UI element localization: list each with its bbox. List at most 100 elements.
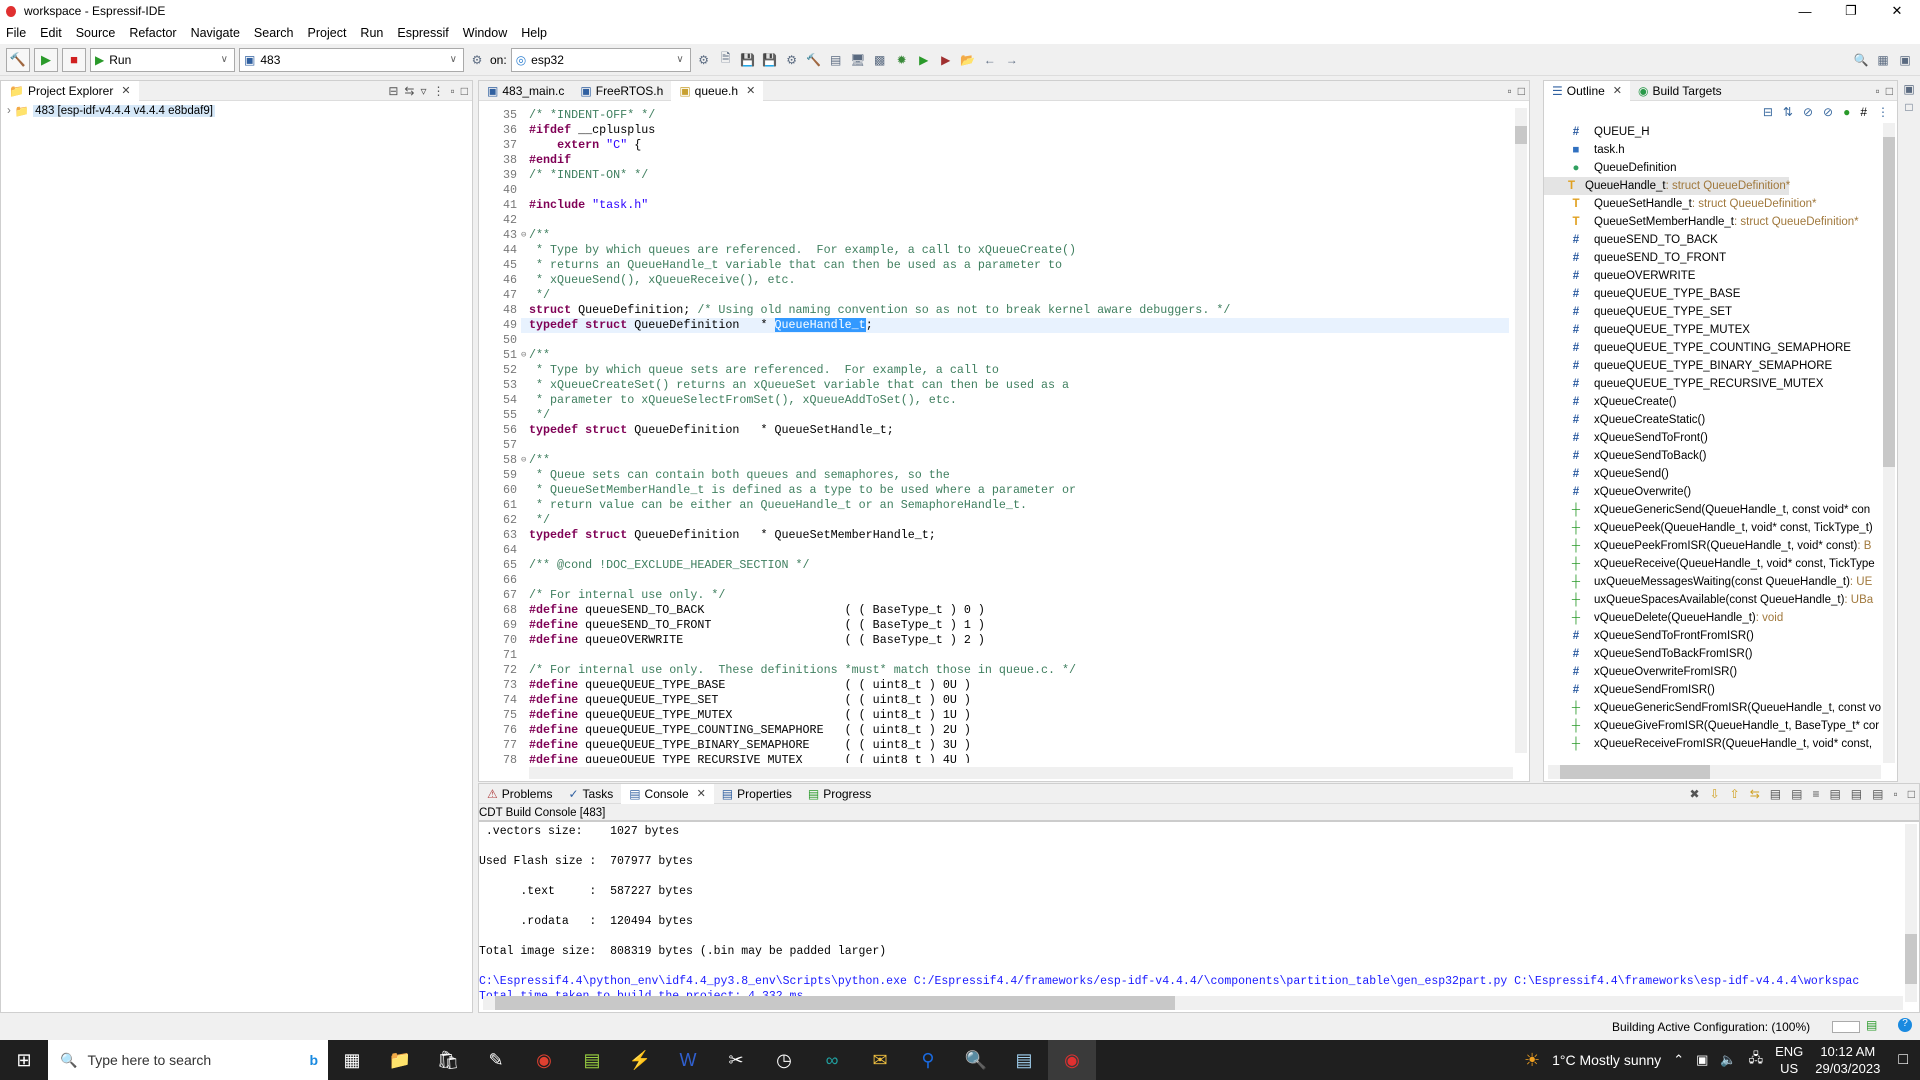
launch-config-select[interactable]: ▣ 483 ∨ [239, 47, 464, 72]
outline-item[interactable]: # QUEUE_H [1544, 123, 1884, 141]
search-icon[interactable]: 🔍 [1852, 51, 1870, 69]
menu-window[interactable]: Window [463, 26, 507, 40]
code-line[interactable]: 45 * returns an QueueHandle_t variable t… [479, 258, 1509, 273]
code-line[interactable]: 73 #define queueQUEUE_TYPE_BASE ( ( uint8… [479, 678, 1509, 693]
close-button[interactable]: ✕ [1874, 0, 1920, 22]
outline-item[interactable]: ■ task.h [1544, 141, 1884, 159]
maximize-icon[interactable]: □ [1886, 84, 1893, 98]
progress-bar[interactable] [1832, 1021, 1860, 1033]
app-icon[interactable]: ✎ [472, 1040, 520, 1080]
outline-item[interactable]: # queueSEND_TO_BACK [1544, 231, 1884, 249]
code-line[interactable]: 54 * parameter to xQueueSelectFromSet(),… [479, 393, 1509, 408]
meet-icon[interactable]: ▣ [1696, 1052, 1708, 1068]
code-line[interactable]: 77 #define queueQUEUE_TYPE_BINARY_SEMAPHO… [479, 738, 1509, 753]
view-menu-icon[interactable]: ⋮ [1877, 105, 1889, 119]
outline-item[interactable]: # queueQUEUE_TYPE_BINARY_SEMAPHORE [1544, 357, 1884, 375]
new-icon[interactable]: 🗎 [717, 51, 735, 69]
menu-file[interactable]: File [6, 26, 26, 40]
hide-nonpublic-icon[interactable]: ● [1843, 105, 1850, 119]
launch-target-select[interactable]: ◎ esp32 ∨ [510, 47, 691, 72]
previous-icon[interactable]: ⇧ [1730, 787, 1740, 801]
binary-icon[interactable]: ▤ [827, 51, 845, 69]
maximize-icon[interactable]: □ [1518, 84, 1525, 98]
code-line[interactable]: 66 [479, 573, 1509, 588]
code-line[interactable]: 62 */ [479, 513, 1509, 528]
tab-483-main-c[interactable]: ▣ 483_main.c [479, 81, 572, 101]
display-console-icon[interactable]: ▤ [1851, 787, 1862, 801]
close-icon[interactable]: ✕ [1613, 84, 1622, 97]
terminal-icon[interactable]: ▩ [871, 51, 889, 69]
outline-item[interactable]: # queueQUEUE_TYPE_RECURSIVE_MUTEX [1544, 375, 1884, 393]
link-editor-icon[interactable]: ⇆ [404, 84, 414, 98]
progress-view-icon[interactable]: ▤ [1866, 1018, 1877, 1032]
outline-item[interactable]: # queueQUEUE_TYPE_BASE [1544, 285, 1884, 303]
close-icon[interactable]: ✕ [697, 787, 706, 800]
code-line[interactable]: 35 /* *INDENT-OFF* */ [479, 108, 1509, 123]
outline-item[interactable]: # xQueueOverwriteFromISR() [1544, 663, 1884, 681]
menu-run[interactable]: Run [360, 26, 383, 40]
code-line[interactable]: 70 #define queueOVERWRITE ( ( BaseType_t … [479, 633, 1509, 648]
notepad-app[interactable]: ▤ [568, 1040, 616, 1080]
outline-item[interactable]: # xQueueCreate() [1544, 393, 1884, 411]
language-indicator[interactable]: ENG US [1775, 1043, 1803, 1077]
word-wrap-icon[interactable]: ≡ [1812, 787, 1819, 801]
build-button[interactable]: 🔨 [6, 47, 30, 72]
tab-console[interactable]: ▤ Console ✕ [621, 783, 714, 804]
gear-icon[interactable]: ⚙ [695, 51, 713, 69]
scrollbar-thumb[interactable] [1883, 137, 1895, 467]
outline-item[interactable]: # xQueueSendToBack() [1544, 447, 1884, 465]
minimize-icon[interactable]: ▫ [1893, 787, 1897, 801]
code-line[interactable]: 50 [479, 333, 1509, 348]
sort-icon[interactable]: ⇅ [1783, 105, 1793, 119]
weather-text[interactable]: 1°C Mostly sunny [1552, 1052, 1661, 1068]
help-icon[interactable]: ? [1898, 1018, 1912, 1032]
code-line[interactable]: 71 [479, 648, 1509, 663]
menu-navigate[interactable]: Navigate [191, 26, 240, 40]
tab-queue-h[interactable]: ▣ queue.h ✕ [671, 80, 764, 101]
outline-item[interactable]: # xQueueSendToFrontFromISR() [1544, 627, 1884, 645]
stop-button[interactable]: ■ [62, 47, 86, 72]
tab-problems[interactable]: ⚠ Problems [479, 784, 560, 804]
outline-tree[interactable]: # QUEUE_H ■ task.h ● QueueDefinition T QueueHan… [1544, 123, 1884, 773]
outline-item[interactable]: # queueOVERWRITE [1544, 267, 1884, 285]
code-line[interactable]: 53 * xQueueCreateSet() returns an xQueue… [479, 378, 1509, 393]
launch-mode-select[interactable]: ▶ Run ∨ [90, 47, 235, 72]
outline-item[interactable]: # queueQUEUE_TYPE_COUNTING_SEMAPHORE [1544, 339, 1884, 357]
next-icon[interactable]: ⇩ [1710, 787, 1720, 801]
code-line[interactable]: 38 #endif [479, 153, 1509, 168]
tab-freertos-h[interactable]: ▣ FreeRTOS.h [572, 81, 671, 101]
console-vertical-scrollbar[interactable] [1905, 824, 1917, 1002]
c-perspective-icon[interactable]: ▣ [1896, 51, 1914, 69]
restore-icon[interactable]: ▣ [1900, 80, 1918, 98]
minimize-icon[interactable]: ▫ [1875, 84, 1879, 98]
outline-item[interactable]: ┼ xQueueGenericSendFromISR(QueueHandle_t,… [1544, 699, 1884, 717]
outline-item[interactable]: # xQueueCreateStatic() [1544, 411, 1884, 429]
app-icon[interactable]: ⚡ [616, 1040, 664, 1080]
run-icon[interactable]: ▶ [915, 51, 933, 69]
fold-toggle-icon[interactable]: ⊖ [521, 348, 529, 363]
clock-app[interactable]: ◷ [760, 1040, 808, 1080]
save-all-icon[interactable]: 💾 [761, 51, 779, 69]
outline-item[interactable]: T QueueHandle_t : struct QueueDefinition* [1544, 177, 1790, 195]
code-line[interactable]: 59 * Queue sets can contain both queues … [479, 468, 1509, 483]
external-tools-icon[interactable]: ▶ [937, 51, 955, 69]
maps-app[interactable]: ⚲ [904, 1040, 952, 1080]
remove-launch-icon[interactable]: ✖ [1690, 787, 1700, 801]
mail-app[interactable]: ✉ [856, 1040, 904, 1080]
editor-vertical-scrollbar[interactable] [1515, 108, 1527, 753]
scrollbar-thumb[interactable] [1905, 934, 1917, 984]
outline-item[interactable]: ┼ xQueuePeek(QueueHandle_t, void* const, … [1544, 519, 1884, 537]
code-line[interactable]: 63 typedef struct QueueDefinition * Queue… [479, 528, 1509, 543]
console-output[interactable]: .vectors size: 1027 bytes Used Flash size… [479, 824, 1879, 1004]
code-line[interactable]: 43 ⊖/** [479, 228, 1509, 243]
open-type-icon[interactable]: 📂 [959, 51, 977, 69]
code-line[interactable]: 61 * return value can be either an Queue… [479, 498, 1509, 513]
code-line[interactable]: 40 [479, 183, 1509, 198]
code-editor[interactable]: 35 /* *INDENT-OFF* */ 36 #ifdef __cplusplus… [479, 108, 1509, 763]
magnifier-app[interactable]: 🔍 [952, 1040, 1000, 1080]
code-line[interactable]: 41 #include "task.h" [479, 198, 1509, 213]
monitor-icon[interactable]: 🖥 [849, 51, 867, 69]
network-icon[interactable]: 🖧 [1749, 1049, 1764, 1071]
tab-tasks[interactable]: ✓ Tasks [560, 784, 621, 804]
view-menu-icon[interactable]: ⋮ [432, 84, 444, 98]
